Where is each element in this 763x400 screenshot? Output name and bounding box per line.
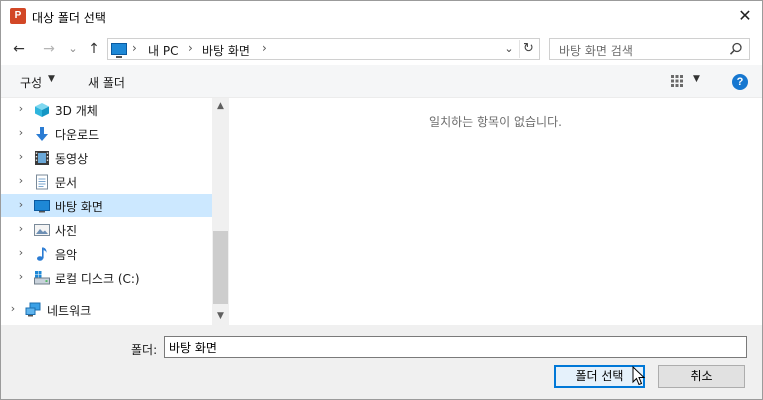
tree-item-videos[interactable]: › 동영상: [1, 146, 212, 169]
view-dropdown-icon[interactable]: ▼: [693, 74, 700, 84]
dialog-footer: 폴더: 폴더 선택 취소: [1, 325, 762, 399]
address-history-dropdown[interactable]: ⌄: [501, 41, 517, 57]
breadcrumb-separator[interactable]: ›: [262, 41, 267, 55]
videos-icon: [35, 151, 49, 165]
command-bar: 구성 ▼ 새 폴더 ▼ ?: [1, 65, 762, 98]
tree-item-label: 다운로드: [55, 128, 100, 142]
file-list-pane[interactable]: 일치하는 항목이 없습니다.: [229, 98, 762, 325]
expand-chevron-icon[interactable]: ›: [16, 150, 26, 163]
network-icon: [25, 302, 41, 317]
breadcrumb-desktop[interactable]: 바탕 화면: [202, 42, 250, 59]
organize-dropdown-icon[interactable]: ▼: [48, 74, 55, 84]
desktop-icon: [34, 200, 50, 213]
navigation-pane: › 3D 개체 › 다운로드 › 동영상 › 문서 › 바탕 화면 › 사진 ›…: [1, 98, 229, 325]
tree-item-label: 바탕 화면: [55, 200, 103, 214]
view-options-icon[interactable]: [671, 75, 683, 87]
music-icon: [37, 247, 47, 261]
close-button[interactable]: ✕: [734, 5, 756, 27]
window-title: 대상 폴더 선택: [32, 11, 106, 25]
local-disk-icon: [34, 271, 50, 285]
tree-item-documents[interactable]: › 문서: [1, 170, 212, 193]
folder-name-field[interactable]: [164, 336, 747, 358]
forward-button[interactable]: →: [40, 40, 58, 58]
tree-item-pictures[interactable]: › 사진: [1, 218, 212, 241]
breadcrumb-separator[interactable]: ›: [188, 41, 193, 55]
3d-objects-icon: [35, 103, 49, 117]
expand-chevron-icon[interactable]: ›: [16, 270, 26, 283]
title-bar: P 대상 폴더 선택 ✕: [1, 1, 762, 32]
scroll-up-arrow-icon[interactable]: ▲: [212, 98, 229, 115]
documents-icon: [36, 174, 48, 190]
breadcrumb-this-pc[interactable]: 내 PC: [148, 42, 178, 59]
tree-item-downloads[interactable]: › 다운로드: [1, 122, 212, 145]
organize-button[interactable]: 구성: [20, 74, 42, 91]
tree-item-label: 동영상: [55, 152, 89, 166]
tree-item-label: 로컬 디스크 (C:): [55, 272, 140, 286]
downloads-icon: [36, 127, 48, 141]
tree-item-music[interactable]: › 음악: [1, 242, 212, 265]
cancel-button[interactable]: 취소: [658, 365, 745, 388]
recent-locations-button[interactable]: ⌄: [64, 40, 82, 58]
expand-chevron-icon[interactable]: ›: [16, 174, 26, 187]
up-button[interactable]: ↑: [85, 40, 103, 58]
tree-item-label: 음악: [55, 248, 78, 262]
scroll-down-arrow-icon[interactable]: ▼: [212, 308, 229, 325]
tree-item-network[interactable]: › 네트워크: [1, 298, 212, 321]
folder-select-dialog: P 대상 폴더 선택 ✕ ← → ⌄ ↑ › 내 PC › 바탕 화면 › ⌄ …: [0, 0, 763, 400]
mouse-pointer-icon: [632, 366, 646, 386]
help-icon[interactable]: ?: [732, 74, 748, 90]
tree-item-local-disk[interactable]: › 로컬 디스크 (C:): [1, 266, 212, 289]
folder-field-label: 폴더:: [131, 343, 158, 357]
expand-chevron-icon[interactable]: ›: [16, 246, 26, 259]
tree-item-label: 네트워크: [47, 304, 92, 318]
tree-item-desktop[interactable]: › 바탕 화면: [1, 194, 212, 217]
empty-folder-message: 일치하는 항목이 없습니다.: [429, 115, 562, 129]
search-icon: [729, 42, 742, 55]
powerpoint-app-icon: P: [10, 8, 26, 24]
tree-scrollbar[interactable]: ▲ ▼: [212, 98, 229, 325]
breadcrumb-separator[interactable]: ›: [132, 41, 137, 55]
back-button[interactable]: ←: [10, 40, 28, 58]
expand-chevron-icon[interactable]: ›: [8, 302, 18, 315]
tree-item-label: 문서: [55, 176, 78, 190]
expand-chevron-icon[interactable]: ›: [16, 126, 26, 139]
pictures-icon: [34, 224, 50, 236]
navigation-bar: ← → ⌄ ↑ › 내 PC › 바탕 화면 › ⌄ ↻ 바탕 화면 검색: [1, 32, 762, 65]
expand-chevron-icon[interactable]: ›: [16, 102, 26, 115]
address-bar[interactable]: › 내 PC › 바탕 화면 › ⌄ ↻: [107, 38, 540, 60]
scrollbar-thumb[interactable]: [213, 231, 228, 304]
search-placeholder: 바탕 화면 검색: [559, 44, 633, 58]
tree-item-3d-objects[interactable]: › 3D 개체: [1, 98, 212, 121]
tree-item-label: 3D 개체: [55, 104, 98, 118]
expand-chevron-icon[interactable]: ›: [16, 198, 26, 211]
expand-chevron-icon[interactable]: ›: [16, 222, 26, 235]
new-folder-button[interactable]: 새 폴더: [88, 74, 125, 91]
refresh-button[interactable]: ↻: [519, 40, 537, 58]
search-input[interactable]: 바탕 화면 검색: [549, 38, 750, 60]
tree-item-label: 사진: [55, 224, 78, 238]
this-pc-icon: [111, 43, 127, 58]
